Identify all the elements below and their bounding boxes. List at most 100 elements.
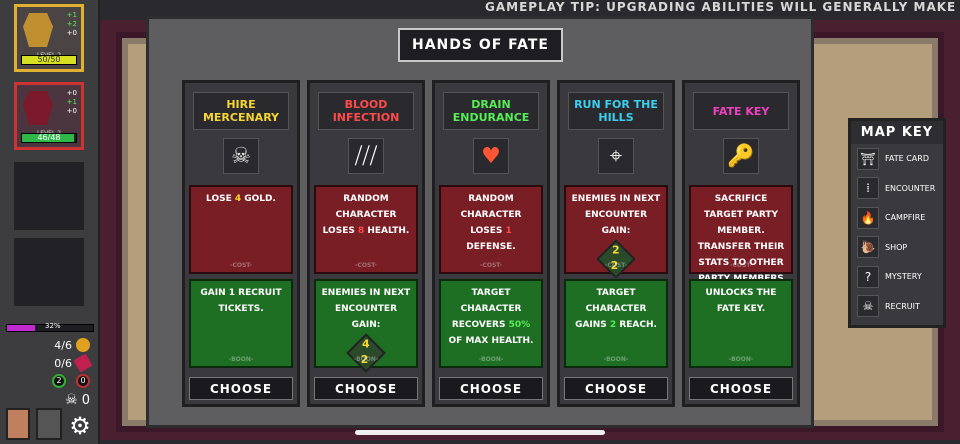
map-key-item: ☠ RECRUIT: [851, 292, 943, 322]
boon-text: UNLOCKS THE FATE KEY.: [705, 288, 777, 314]
gear-icon[interactable]: ⚙: [66, 412, 94, 440]
die-value: 4: [362, 337, 370, 351]
map-key-label: MYSTERY: [885, 272, 922, 282]
relic-icon: [76, 338, 90, 352]
stat-defense: +2: [66, 20, 77, 28]
recruit-icon: ☠: [857, 295, 879, 318]
choose-button[interactable]: CHOOSE: [439, 377, 543, 400]
map-key-title: MAP KEY: [851, 121, 943, 144]
die-value: 2: [612, 243, 620, 257]
health-bar: 46/48: [21, 133, 77, 143]
boon-label: -BOON-: [603, 356, 629, 363]
crosshair-icon: ⌖: [598, 138, 634, 174]
key-icon: 🔑: [723, 138, 759, 174]
ticket-icon: [73, 353, 93, 373]
encounter-icon: ⁞: [857, 177, 879, 200]
cost-label: -COST-: [729, 262, 753, 269]
cost-text: RANDOM CHARACTER LOSES 1 DEFENSE.: [460, 194, 522, 252]
experience-fill: [7, 325, 35, 331]
resource-relics: 4/6: [54, 338, 90, 352]
stat-speed: +0: [66, 29, 77, 37]
cost-text: ENEMIES IN NEXT ENCOUNTER GAIN:: [571, 194, 661, 236]
inventory-thumbnail[interactable]: [6, 408, 30, 440]
bag-thumbnail[interactable]: [36, 408, 62, 440]
card-title: BLOOD INFECTION: [318, 92, 414, 130]
map-key-item: ⁞ ENCOUNTER: [851, 174, 943, 204]
boon-text: TARGET CHARACTER RECOVERS 50% OF MAX HEA…: [448, 288, 534, 346]
cost-label: -COST-: [479, 262, 503, 269]
claw-slash-icon: ⧸⧸⧸: [348, 138, 384, 174]
fate-card: BLOOD INFECTION ⧸⧸⧸ RANDOM CHARACTER LOS…: [307, 80, 425, 407]
card-title: HIRE MERCENARY: [193, 92, 289, 130]
card-boon: TARGET CHARACTER GAINS 2 REACH. -BOON-: [564, 279, 668, 368]
map-key-label: RECRUIT: [885, 301, 920, 311]
map-key-item: ? MYSTERY: [851, 262, 943, 292]
cost-label: -COST-: [229, 262, 253, 269]
health-text: 46/48: [37, 133, 61, 142]
map-key-label: CAMPFIRE: [885, 213, 926, 223]
cost-text: LOSE 4 GOLD.: [206, 194, 276, 204]
green-key-count: 2: [56, 376, 62, 385]
map-key-item: 🐌 SHOP: [851, 233, 943, 263]
card-boon: TARGET CHARACTER RECOVERS 50% OF MAX HEA…: [439, 279, 543, 368]
map-key-label: ENCOUNTER: [885, 183, 936, 193]
dialog-title: HANDS OF FATE: [398, 28, 563, 62]
mage-portrait-icon: [23, 13, 53, 47]
empty-party-slot[interactable]: [14, 238, 84, 306]
boon-label: -BOON-: [228, 356, 254, 363]
empty-party-slot[interactable]: [14, 162, 84, 230]
party-panel: +1 +2 +0 LEVEL 2 50/50 +0 +1 +0 LEVEL 2 …: [0, 0, 100, 444]
cost-text: RANDOM CHARACTER LOSES 8 HEALTH.: [322, 194, 410, 236]
relic-count: 4/6: [54, 338, 72, 352]
card-cost: RANDOM CHARACTER LOSES 1 DEFENSE. -COST-: [439, 185, 543, 274]
boon-text: ENEMIES IN NEXT ENCOUNTER GAIN:: [321, 288, 411, 330]
cost-label: -COST-: [354, 262, 378, 269]
resource-tickets: 0/6: [54, 353, 93, 373]
boon-label: -BOON-: [353, 356, 379, 363]
warrior-portrait-icon: [23, 91, 53, 125]
card-cost: LOSE 4 GOLD. -COST-: [189, 185, 293, 274]
map-key-label: FATE CARD: [885, 154, 929, 164]
choose-button[interactable]: CHOOSE: [189, 377, 293, 400]
card-boon: ENEMIES IN NEXT ENCOUNTER GAIN: 4 2 -BOON-: [314, 279, 418, 373]
stat-speed: +0: [66, 107, 77, 115]
stat-attack: +1: [66, 11, 77, 19]
card-title: RUN FOR THE HILLS: [568, 92, 664, 130]
choose-button[interactable]: CHOOSE: [314, 377, 418, 400]
ticket-count: 0/6: [54, 356, 72, 370]
green-key-icon: 2: [52, 374, 66, 388]
resource-keys: 2 0: [52, 374, 90, 388]
map-key-label: SHOP: [885, 242, 908, 252]
choose-button[interactable]: CHOOSE: [564, 377, 668, 400]
card-title: DRAIN ENDURANCE: [443, 92, 539, 130]
stat-attack: +0: [66, 89, 77, 97]
fate-card: HIRE MERCENARY ☠ LOSE 4 GOLD. -COST- GAI…: [182, 80, 300, 407]
resource-skulls: ☠ 0: [65, 392, 90, 408]
home-indicator[interactable]: [355, 430, 605, 435]
gameplay-tip: GAMEPLAY TIP: UPGRADING ABILITIES WILL G…: [485, 0, 960, 14]
member-stats: +0 +1 +0: [67, 89, 77, 116]
card-boon: UNLOCKS THE FATE KEY. -BOON-: [689, 279, 793, 368]
boon-text: GAIN 1 RECRUIT TICKETS.: [200, 288, 282, 314]
health-bar: 50/50: [21, 55, 77, 65]
map-key-panel: MAP KEY ⛩ FATE CARD ⁞ ENCOUNTER 🔥 CAMPFIRE …: [848, 118, 946, 328]
red-key-icon: 0: [76, 374, 90, 388]
card-cost: SACRIFICE TARGET PARTY MEMBER. TRANSFER …: [689, 185, 793, 300]
boon-text: TARGET CHARACTER GAINS 2 REACH.: [575, 288, 657, 330]
skull-icon: ☠: [65, 392, 78, 408]
party-member-1[interactable]: +1 +2 +0 LEVEL 2 50/50: [14, 4, 84, 72]
cost-label: -COST-: [604, 262, 628, 269]
party-member-2[interactable]: +0 +1 +0 LEVEL 2 46/48: [14, 82, 84, 150]
choose-button[interactable]: CHOOSE: [689, 377, 793, 400]
mystery-icon: ?: [857, 265, 879, 288]
card-cost: ENEMIES IN NEXT ENCOUNTER GAIN: 2 2 -COST-: [564, 185, 668, 279]
stat-defense: +1: [66, 98, 77, 106]
skull-count: 0: [81, 392, 90, 408]
fate-card: FATE KEY 🔑 SACRIFICE TARGET PARTY MEMBER…: [682, 80, 800, 407]
experience-bar: 32%: [6, 322, 94, 332]
red-key-count: 0: [80, 376, 86, 385]
experience-percent: 32%: [45, 322, 61, 330]
health-text: 50/50: [37, 55, 61, 64]
map-key-item: 🔥 CAMPFIRE: [851, 203, 943, 233]
card-cost: RANDOM CHARACTER LOSES 8 HEALTH. -COST-: [314, 185, 418, 274]
